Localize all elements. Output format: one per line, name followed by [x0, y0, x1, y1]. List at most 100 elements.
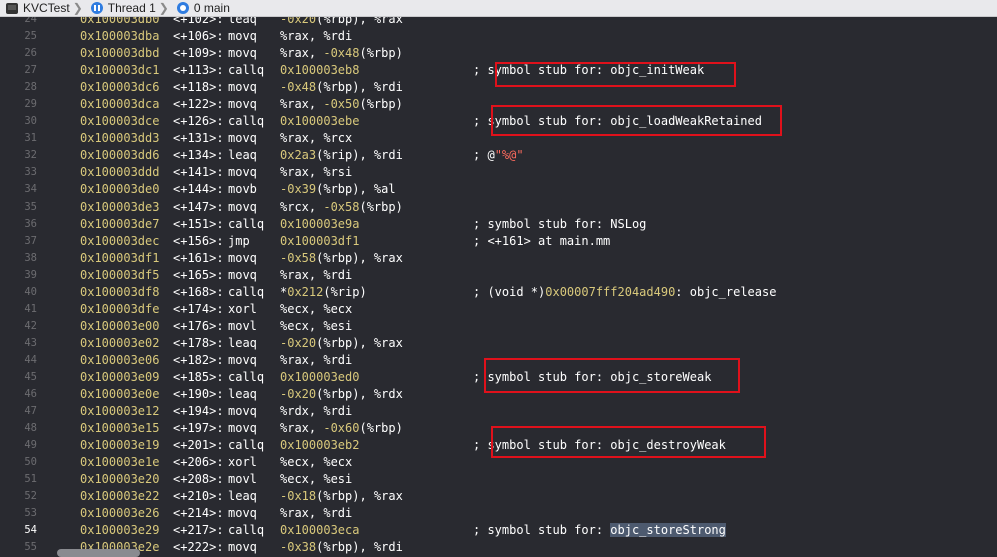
instruction-comment: ; symbol stub for: objc_storeStrong	[473, 523, 726, 538]
line-number: 31	[24, 132, 37, 145]
disassembly-line[interactable]: 26 0x100003dbd <+109>: movq %rax, -0x48(%rbp…	[0, 45, 997, 62]
instruction-mnemonic: movq	[228, 267, 257, 282]
disassembly-line[interactable]: 34 0x100003de0 <+144>: movb -0x39(%rbp), %al	[0, 181, 997, 198]
instruction-mnemonic: movl	[228, 318, 257, 333]
instruction-operands: %rax, %rdi	[280, 352, 353, 367]
instruction-mnemonic: callq	[228, 523, 265, 538]
stack-frame-icon	[176, 2, 189, 14]
disassembly-line[interactable]: 53 0x100003e26 <+214>: movq %rax, %rdi	[0, 505, 997, 522]
instruction-offset: <+168>:	[173, 284, 224, 299]
disassembly-line[interactable]: 52 0x100003e22 <+210>: leaq -0x18(%rbp), %ra…	[0, 488, 997, 505]
line-number: 43	[24, 336, 37, 349]
instruction-offset: <+222>:	[173, 540, 224, 555]
line-number: 46	[24, 388, 37, 401]
disassembly-line[interactable]: 36 0x100003de7 <+151>: callq 0x100003e9a ; sy…	[0, 216, 997, 233]
disassembly-line[interactable]: 51 0x100003e20 <+208>: movl %ecx, %esi	[0, 471, 997, 488]
instruction-operands: %rcx, -0x58(%rbp)	[280, 199, 403, 214]
disassembly-line[interactable]: 25 0x100003dba <+106>: movq %rax, %rdi	[0, 28, 997, 45]
instruction-offset: <+214>:	[173, 506, 224, 521]
instruction-address: 0x100003e29	[80, 523, 160, 538]
instruction-offset: <+197>:	[173, 421, 224, 436]
instruction-mnemonic: movq	[228, 352, 257, 367]
annotation-box	[495, 62, 736, 87]
disassembly-line[interactable]: 39 0x100003df5 <+165>: movq %rax, %rdi	[0, 267, 997, 284]
instruction-operands: %rax, -0x50(%rbp)	[280, 97, 403, 112]
instruction-address: 0x100003e09	[80, 369, 160, 384]
instruction-address: 0x100003e1e	[80, 455, 160, 470]
disassembly-view[interactable]: 24 0x100003db0 <+102>: leaq -0x20(%rbp), %ra…	[0, 11, 997, 557]
instruction-address: 0x100003dd6	[80, 148, 160, 163]
instruction-offset: <+131>:	[173, 131, 224, 146]
instruction-address: 0x100003e06	[80, 352, 160, 367]
disassembly-line[interactable]: 40 0x100003df8 <+168>: callq *0x212(%rip) ; (…	[0, 284, 997, 301]
breadcrumb-frame[interactable]: 0 main	[176, 1, 230, 15]
disassembly-line[interactable]: 33 0x100003ddd <+141>: movq %rax, %rsi	[0, 164, 997, 181]
instruction-operands: 0x100003eca	[280, 523, 360, 538]
instruction-address: 0x100003ddd	[80, 165, 160, 180]
instruction-operands: *0x212(%rip)	[280, 284, 367, 299]
project-icon	[6, 2, 18, 14]
disassembly-line[interactable]: 32 0x100003dd6 <+134>: leaq 0x2a3(%rip), %rd…	[0, 147, 997, 164]
disassembly-line[interactable]: 41 0x100003dfe <+174>: xorl %ecx, %ecx	[0, 301, 997, 318]
instruction-address: 0x100003e02	[80, 335, 160, 350]
annotation-box	[491, 426, 766, 458]
instruction-operands: -0x39(%rbp), %al	[280, 182, 396, 197]
line-number: 26	[24, 47, 37, 60]
instruction-address: 0x100003df5	[80, 267, 160, 282]
disassembly-line[interactable]: 55 0x100003e2e <+222>: movq -0x38(%rbp), %rd…	[0, 539, 997, 556]
instruction-mnemonic: movq	[228, 131, 257, 146]
instruction-address: 0x100003de7	[80, 216, 160, 231]
instruction-offset: <+206>:	[173, 455, 224, 470]
instruction-operands: -0x58(%rbp), %rax	[280, 250, 403, 265]
line-number: 34	[24, 183, 37, 196]
line-number: 30	[24, 115, 37, 128]
instruction-comment: ; (void *)0x00007fff204ad490: objc_relea…	[473, 284, 777, 299]
instruction-mnemonic: jmp	[228, 233, 250, 248]
instruction-offset: <+144>:	[173, 182, 224, 197]
disassembly-line[interactable]: 54 0x100003e29 <+217>: callq 0x100003eca ; sy…	[0, 522, 997, 539]
instruction-operands: -0x20(%rbp), %rax	[280, 335, 403, 350]
instruction-address: 0x100003dec	[80, 233, 160, 248]
disassembly-line[interactable]: 47 0x100003e12 <+194>: movq %rdx, %rdi	[0, 403, 997, 420]
line-number: 38	[24, 251, 37, 264]
instruction-operands: %rdx, %rdi	[280, 404, 353, 419]
disassembly-line[interactable]: 35 0x100003de3 <+147>: movq %rcx, -0x58(%rbp…	[0, 199, 997, 216]
instruction-operands: 0x100003ebe	[280, 114, 360, 129]
instruction-offset: <+141>:	[173, 165, 224, 180]
instruction-mnemonic: callq	[228, 284, 265, 299]
instruction-offset: <+106>:	[173, 29, 224, 44]
chevron-right-icon: ❯	[72, 1, 83, 15]
instruction-mnemonic: xorl	[228, 455, 257, 470]
instruction-mnemonic: leaq	[228, 335, 257, 350]
line-number: 44	[24, 353, 37, 366]
instruction-address: 0x100003df8	[80, 284, 160, 299]
line-number: 40	[24, 285, 37, 298]
instruction-operands: %rax, %rsi	[280, 165, 353, 180]
instruction-address: 0x100003dce	[80, 114, 160, 129]
line-number: 35	[24, 200, 37, 213]
instruction-offset: <+126>:	[173, 114, 224, 129]
disassembly-line[interactable]: 38 0x100003df1 <+161>: movq -0x58(%rbp), %ra…	[0, 250, 997, 267]
instruction-mnemonic: movb	[228, 182, 257, 197]
instruction-address: 0x100003e22	[80, 489, 160, 504]
instruction-offset: <+161>:	[173, 250, 224, 265]
disassembly-line[interactable]: 43 0x100003e02 <+178>: leaq -0x20(%rbp), %ra…	[0, 335, 997, 352]
line-number: 27	[24, 64, 37, 77]
line-number: 37	[24, 234, 37, 247]
line-number: 25	[24, 30, 37, 43]
line-number: 42	[24, 319, 37, 332]
breadcrumb-project-label: KVCTest	[23, 1, 70, 15]
instruction-mnemonic: movl	[228, 472, 257, 487]
line-number: 45	[24, 370, 37, 383]
instruction-mnemonic: callq	[228, 63, 265, 78]
instruction-offset: <+156>:	[173, 233, 224, 248]
line-number: 49	[24, 439, 37, 452]
instruction-mnemonic: xorl	[228, 301, 257, 316]
disassembly-line[interactable]: 42 0x100003e00 <+176>: movl %ecx, %esi	[0, 318, 997, 335]
disassembly-line[interactable]: 37 0x100003dec <+156>: jmp 0x100003df1 ; <+16…	[0, 233, 997, 250]
instruction-address: 0x100003e0e	[80, 387, 160, 402]
breadcrumb-thread[interactable]: Thread 1 ❯	[90, 1, 173, 15]
instruction-address: 0x100003dc6	[80, 80, 160, 95]
line-number: 54	[24, 524, 37, 537]
breadcrumb-project[interactable]: KVCTest ❯	[6, 1, 87, 15]
